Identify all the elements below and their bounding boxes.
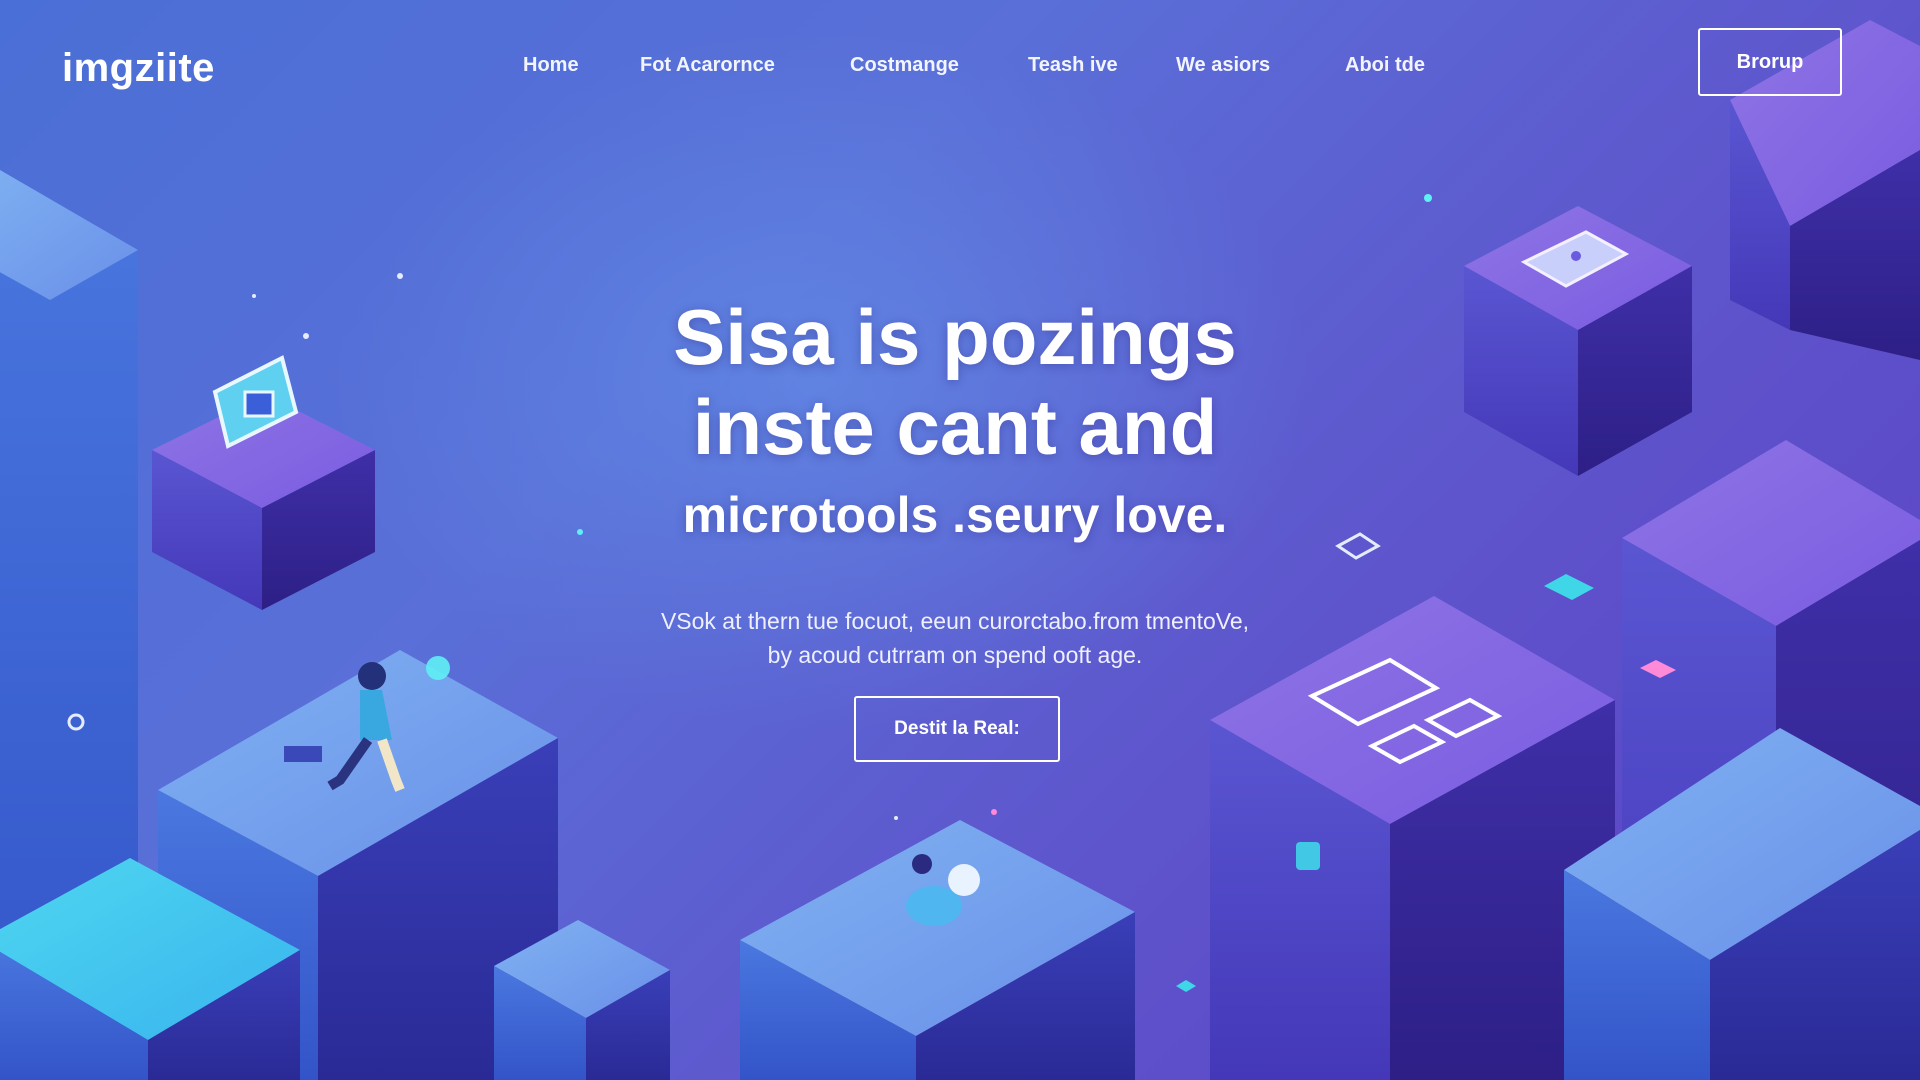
- nav-performance[interactable]: Fot Acarornce: [640, 54, 775, 77]
- nav-teach[interactable]: Teash ive: [1028, 54, 1118, 77]
- nav-about[interactable]: Aboi tde: [1345, 54, 1425, 77]
- nav-home[interactable]: Home: [523, 54, 579, 77]
- cta-button[interactable]: Destit la Real:: [854, 696, 1060, 762]
- hero-subtitle: VSok at thern tue focuot, eeun curorctab…: [560, 604, 1350, 672]
- hero-title-line-1: Sisa is pozings: [673, 293, 1237, 381]
- hero-subtitle-line-2: by acoud cutrram on spend ooft age.: [767, 642, 1143, 668]
- site-logo[interactable]: imgziite: [62, 46, 215, 91]
- signup-button[interactable]: Brorup: [1698, 28, 1842, 96]
- hero-title-line-2: inste cant and: [692, 383, 1218, 471]
- cube-center-bottom: [740, 820, 1135, 1080]
- cube-right-bottom: [1564, 728, 1920, 1080]
- nav-customize[interactable]: Costmange: [850, 54, 959, 77]
- hero-title-line-3: microtools .seury love.: [682, 487, 1228, 543]
- nav-advisors[interactable]: We asiors: [1176, 54, 1270, 77]
- hero-subtitle-line-1: VSok at thern tue focuot, eeun curorctab…: [660, 608, 1250, 634]
- hero-title: Sisa is pozings inste cant and microtool…: [560, 298, 1350, 540]
